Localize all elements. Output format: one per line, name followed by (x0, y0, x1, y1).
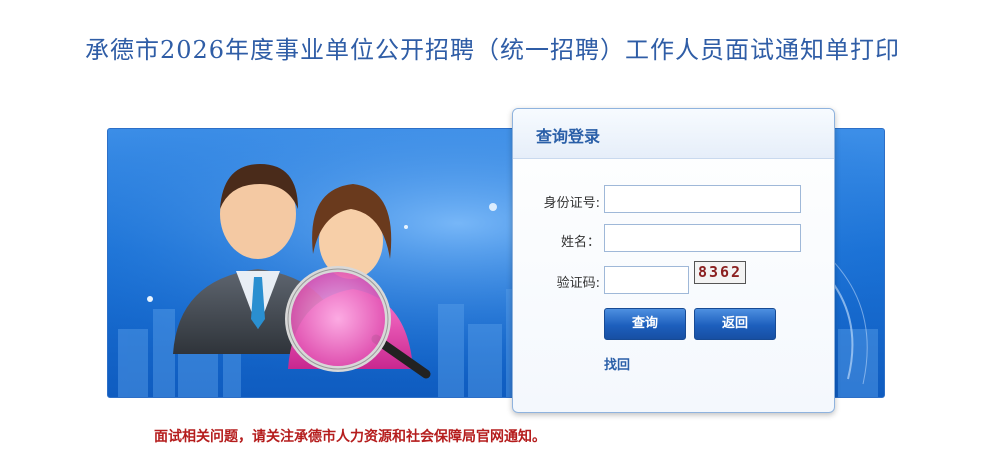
query-button[interactable]: 查询 (604, 308, 686, 340)
panel-title: 查询登录 (536, 127, 601, 146)
id-number-input[interactable] (604, 185, 801, 213)
name-label: 姓名： (560, 235, 600, 250)
id-number-label: 身份证号: (543, 196, 600, 211)
captcha-input[interactable] (604, 266, 689, 294)
back-button[interactable]: 返回 (694, 308, 776, 340)
page-title: 承德市2026年度事业单位公开招聘（统一招聘）工作人员面试通知单打印 (84, 36, 901, 64)
name-input[interactable] (604, 224, 801, 252)
captcha-label: 验证码: (556, 276, 600, 291)
retrieve-link[interactable]: 找回 (604, 354, 630, 373)
captcha-image[interactable]: 8362 (694, 261, 746, 284)
notice-text: 面试相关问题，请关注承德市人力资源和社会保障局官网通知。 (154, 429, 546, 445)
login-panel: 查询登录 身份证号: 姓名： 验证码: 8362 查询 返回 找回 (512, 108, 835, 413)
